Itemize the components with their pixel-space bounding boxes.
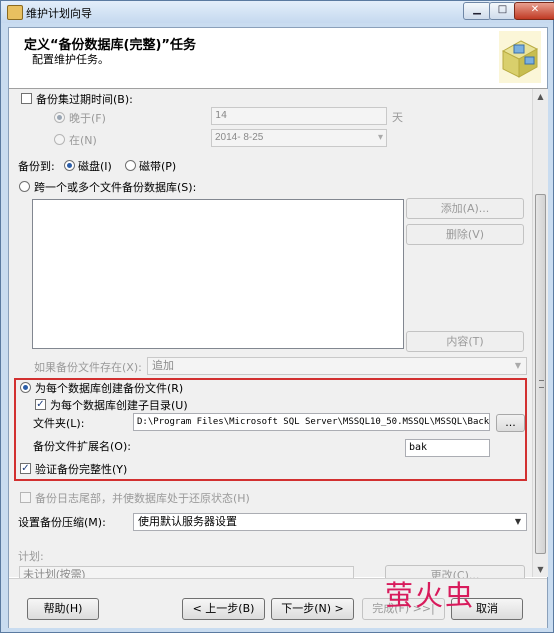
scroll-down-icon[interactable]: ▼ [533, 562, 548, 577]
page-subtitle: 配置维护任务。 [32, 53, 109, 66]
expire-after-label: 晚于(F) [69, 112, 106, 125]
backup-to-tape-label: 磁带(P) [139, 160, 177, 173]
if-exists-value: 追加 [152, 359, 174, 372]
folder-input[interactable]: D:\Program Files\Microsoft SQL Server\MS… [133, 413, 490, 431]
expire-on-label: 在(N) [69, 134, 97, 147]
maximize-button[interactable]: □ [489, 2, 516, 20]
chevron-down-icon: ▼ [514, 361, 522, 370]
next-button[interactable]: 下一步(N) > [271, 598, 354, 620]
vertical-scrollbar[interactable]: ▲ ▼ [532, 89, 548, 577]
expire-checkbox[interactable] [21, 93, 32, 104]
backup-to-disk-radio[interactable] [64, 160, 75, 171]
tail-log-checkbox[interactable] [20, 492, 31, 503]
compression-value: 使用默认服务器设置 [138, 515, 237, 528]
subdir-label: 为每个数据库创建子目录(U) [50, 399, 188, 412]
scroll-up-icon[interactable]: ▲ [533, 89, 548, 104]
expire-on-radio[interactable] [54, 134, 65, 145]
expire-date-value: 2014- 8-25 [215, 132, 264, 143]
multi-file-radio[interactable] [19, 181, 30, 192]
backup-to-disk-label: 磁盘(I) [78, 160, 112, 173]
folder-label: 文件夹(L): [33, 417, 85, 430]
remove-file-button[interactable]: 删除(V) [406, 224, 524, 245]
if-exists-label: 如果备份文件存在(X): [34, 361, 142, 374]
compression-dropdown[interactable]: 使用默认服务器设置 ▼ [133, 513, 527, 531]
extension-label: 备份文件扩展名(O): [33, 440, 131, 453]
app-icon [7, 5, 23, 20]
wizard-client: 定义“备份数据库(完整)”任务 配置维护任务。 备份集过期时间(B): 晚于(F… [8, 27, 548, 628]
verify-label: 验证备份完整性(Y) [35, 463, 128, 476]
grip-icon [539, 380, 544, 388]
backup-to-label: 备份到: [18, 160, 55, 173]
days-unit-label: 天 [392, 111, 403, 124]
title-bar[interactable]: 维护计划向导 ▁ □ ✕ [1, 1, 554, 23]
calendar-dropdown-icon[interactable]: ▾ [378, 131, 383, 145]
browse-folder-button[interactable]: ... [496, 414, 525, 432]
contents-button[interactable]: 内容(T) [406, 331, 524, 352]
compression-label: 设置备份压缩(M): [18, 516, 106, 529]
expire-date-picker[interactable]: 2014- 8-25 ▾ [211, 129, 387, 147]
watermark-text: 萤火虫 [385, 579, 476, 612]
tail-log-label: 备份日志尾部，并使数据库处于还原状态(H) [35, 492, 250, 505]
minimize-button[interactable]: ▁ [463, 2, 491, 20]
help-button[interactable]: 帮助(H) [27, 598, 99, 620]
if-exists-dropdown[interactable]: 追加 ▼ [147, 357, 527, 375]
close-button[interactable]: ✕ [514, 2, 554, 20]
verify-checkbox[interactable]: ✓ [20, 463, 31, 474]
expire-days-input[interactable]: 14 [211, 107, 387, 125]
window-title: 维护计划向导 [26, 7, 92, 20]
schedule-label: 计划: [18, 550, 44, 563]
subdir-checkbox[interactable]: ✓ [35, 399, 46, 410]
wizard-window: 维护计划向导 ▁ □ ✕ 定义“备份数据库(完整)”任务 配置维护任务。 备份集… [0, 0, 554, 633]
expire-after-radio[interactable] [54, 112, 65, 123]
add-file-button[interactable]: 添加(A)... [406, 198, 524, 219]
extension-input[interactable]: bak [405, 439, 490, 457]
per-db-file-label: 为每个数据库创建备份文件(R) [35, 382, 184, 395]
multi-file-label: 跨一个或多个文件备份数据库(S): [34, 181, 197, 194]
back-button[interactable]: < 上一步(B) [182, 598, 265, 620]
chevron-down-icon: ▼ [514, 517, 522, 526]
wizard-content: 备份集过期时间(B): 晚于(F) 14 天 在(N) 2014- 8-25 ▾… [9, 89, 532, 586]
wizard-graphic-icon [499, 31, 541, 83]
per-db-file-radio[interactable] [20, 382, 31, 393]
expire-checkbox-label: 备份集过期时间(B): [36, 93, 133, 106]
scroll-thumb[interactable] [535, 194, 546, 554]
backup-to-tape-radio[interactable] [125, 160, 136, 171]
wizard-header: 定义“备份数据库(完整)”任务 配置维护任务。 [9, 28, 547, 89]
backup-files-listbox[interactable] [32, 199, 404, 349]
